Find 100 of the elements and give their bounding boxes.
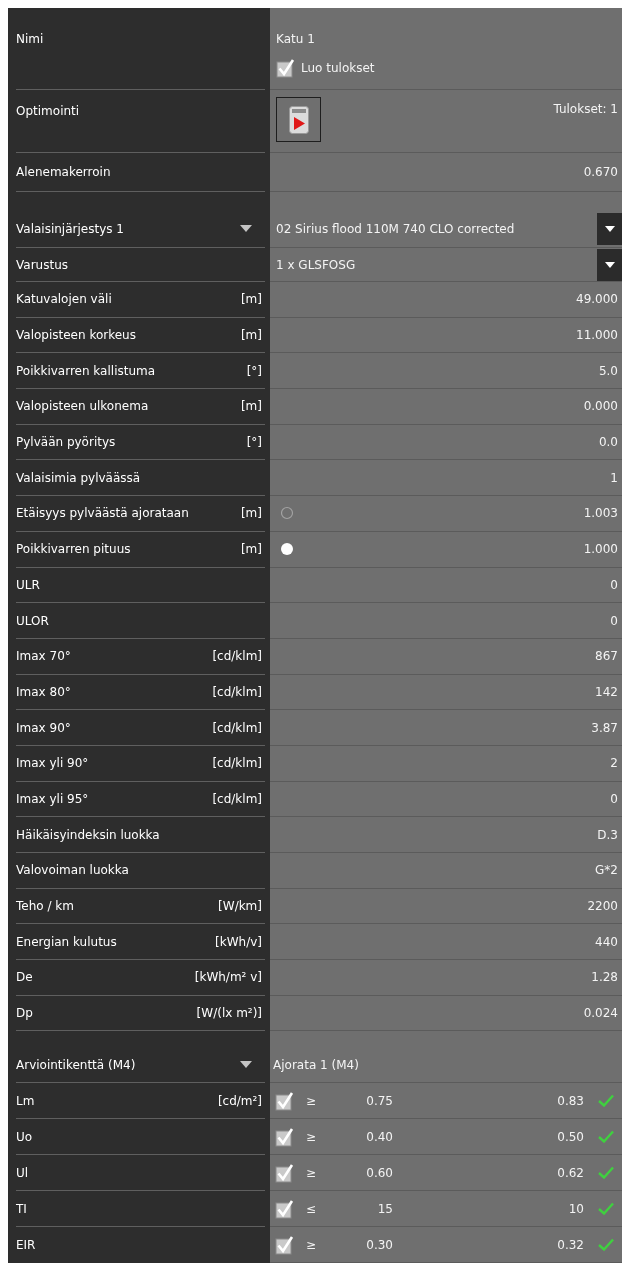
result-value: 0.83 [557, 1093, 584, 1108]
property-label: Teho / km [16, 899, 74, 914]
unit-label: [m] [240, 292, 262, 307]
value-text: 1.28 [591, 970, 618, 985]
value-text: 0 [610, 613, 618, 628]
name-text: Katu 1 [276, 32, 316, 46]
radio-button[interactable] [280, 506, 294, 521]
result-value: 0.50 [557, 1129, 584, 1144]
value-text: 867 [595, 649, 618, 664]
run-button[interactable] [276, 97, 321, 142]
unit-label: [W/km] [218, 899, 262, 914]
value-text: 1 [610, 470, 618, 485]
unit-label: [cd/klm] [212, 649, 262, 664]
unit-label: [kWh/v] [215, 934, 262, 949]
property-label: Katuvalojen väli [16, 292, 112, 307]
checkbox[interactable] [275, 1126, 295, 1147]
property-label: Varustus [16, 257, 68, 272]
limit-value: 15 [376, 1201, 393, 1216]
result-value: 0.32 [557, 1237, 584, 1252]
radio-button[interactable] [280, 542, 294, 557]
operator-text: ≥ [304, 1093, 318, 1108]
caret-icon [604, 261, 615, 268]
property-label: Valaisimia pylväässä [16, 470, 141, 485]
value-text: 0 [610, 791, 618, 806]
result-value: 10 [568, 1201, 584, 1216]
operator-text: ≥ [304, 1237, 318, 1252]
property-label: Energian kulutus [16, 934, 117, 949]
unit-label: [°] [246, 363, 262, 378]
value-text: D.3 [597, 827, 618, 842]
property-label: Optimointi [16, 104, 80, 118]
property-label: Valovoiman luokka [16, 863, 129, 878]
property-label: Pylvään pyöritys [16, 435, 116, 450]
property-label: Valopisteen ulkonema [16, 399, 149, 414]
property-label: Imax 70° [16, 649, 71, 664]
value-text: 0.670 [583, 165, 618, 179]
unit-label: [m] [240, 399, 262, 414]
operator-text: ≤ [304, 1201, 318, 1216]
group-label: Arviointikenttä (M4) [16, 1057, 136, 1072]
checkbox-label: Luo tulokset [301, 61, 375, 75]
property-label: EIR [16, 1237, 36, 1252]
result-value: 0.62 [557, 1165, 584, 1180]
unit-label: [cd/m²] [217, 1093, 262, 1108]
group-value: Ajorata 1 (M4) [273, 1057, 359, 1072]
property-label: Imax 90° [16, 720, 71, 735]
property-label: Nimi [16, 32, 44, 46]
checkbox[interactable] [275, 1234, 295, 1255]
checkbox[interactable] [275, 1162, 295, 1183]
property-label: Etäisyys pylväästä ajorataan [16, 506, 189, 521]
unit-label: [kWh/m² v] [194, 970, 262, 985]
property-label: Imax yli 90° [16, 756, 89, 771]
value-text: 5.0 [598, 363, 618, 378]
property-label: Valopisteen korkeus [16, 328, 136, 343]
value-text: 0 [610, 577, 618, 592]
unit-label: [cd/klm] [212, 684, 262, 699]
dropdown-button[interactable] [597, 212, 622, 245]
value-text: 3.87 [591, 720, 618, 735]
value-text: 440 [595, 934, 618, 949]
property-label: Häikäisyindeksin luokka [16, 827, 160, 842]
caret-icon[interactable] [240, 225, 252, 232]
dropdown-button[interactable] [597, 248, 622, 281]
limit-value: 0.30 [365, 1237, 393, 1252]
unit-label: [cd/klm] [212, 791, 262, 806]
unit-label: [°] [246, 435, 262, 450]
checkbox[interactable] [275, 1090, 295, 1111]
value-text: 0.000 [583, 399, 618, 414]
limit-value: 0.60 [365, 1165, 393, 1180]
property-label: Poikkivarren kallistuma [16, 363, 156, 378]
value-text: 2 [610, 756, 618, 771]
property-label: De [16, 970, 33, 985]
unit-label: [m] [240, 542, 262, 557]
checkbox[interactable] [276, 58, 296, 78]
unit-label: [cd/klm] [212, 756, 262, 771]
property-label: Uo [16, 1129, 33, 1144]
value-text: 1.000 [583, 542, 618, 557]
unit-label: [m] [240, 506, 262, 521]
operator-text: ≥ [304, 1165, 318, 1180]
unit-label: [cd/klm] [212, 720, 262, 735]
property-label: Imax yli 95° [16, 791, 89, 806]
property-label: TI [16, 1201, 27, 1216]
value-text: 0.0 [598, 435, 618, 450]
value-text: 2200 [587, 899, 618, 914]
value-text: 11.000 [576, 328, 618, 343]
caret-icon[interactable] [240, 1061, 252, 1069]
value-text: 142 [595, 684, 618, 699]
play-icon [288, 105, 309, 134]
results-count: Tulokset: 1 [553, 102, 618, 116]
unit-label: [W/(lx m²)] [196, 1006, 262, 1021]
unit-label: [m] [240, 328, 262, 343]
value-text: 1.003 [583, 506, 618, 521]
property-label: Poikkivarren pituus [16, 542, 131, 557]
value-text: G*2 [595, 863, 618, 878]
value-text: 49.000 [576, 292, 618, 307]
limit-value: 0.75 [365, 1093, 393, 1108]
checkbox[interactable] [275, 1198, 295, 1219]
group-label: Valaisinjärjestys 1 [16, 221, 124, 236]
caret-icon [604, 225, 615, 232]
operator-text: ≥ [304, 1129, 318, 1144]
property-label: ULOR [16, 613, 49, 628]
value-text: 0.024 [583, 1006, 618, 1021]
property-label: Alenemakerroin [16, 165, 111, 179]
